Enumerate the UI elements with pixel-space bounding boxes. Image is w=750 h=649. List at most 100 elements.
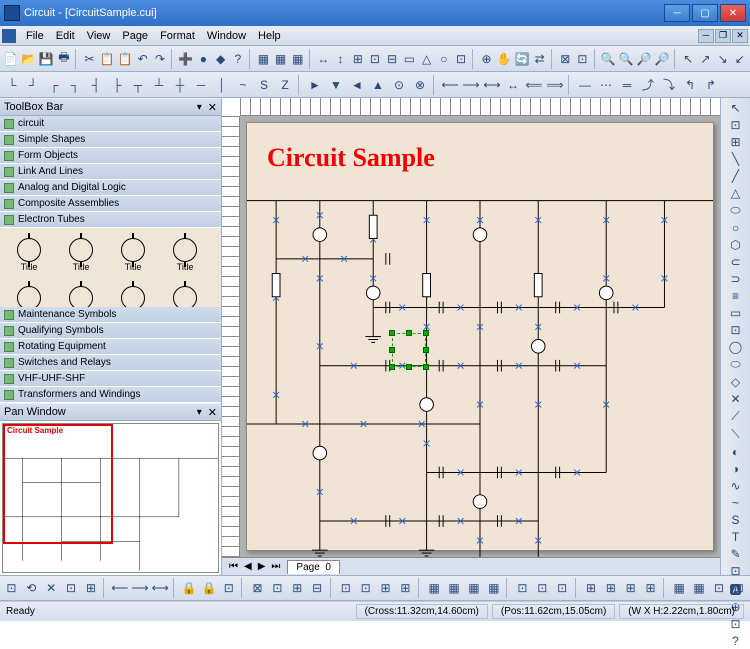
category-item[interactable]: Link And Lines: [0, 164, 221, 180]
toolbar-button[interactable]: ∿: [725, 478, 747, 494]
toolbar-button[interactable]: ▭: [401, 49, 417, 69]
palette-symbol[interactable]: Title: [56, 232, 106, 278]
menu-window[interactable]: Window: [201, 28, 252, 44]
toolbar-button[interactable]: ✎: [725, 546, 747, 562]
toolbar-button[interactable]: ┐: [65, 75, 85, 95]
toolbar-button[interactable]: ▦: [290, 49, 306, 69]
toolbar-button[interactable]: ●: [195, 49, 211, 69]
toolbar-button[interactable]: ↖: [680, 49, 696, 69]
toolbar-button[interactable]: ⊟: [384, 49, 400, 69]
toolbar-button[interactable]: ⟹: [545, 75, 565, 95]
toolbar-button[interactable]: 💾: [38, 49, 55, 69]
toolbar-button[interactable]: ⊙: [389, 75, 409, 95]
menu-view[interactable]: View: [81, 28, 117, 44]
toolbar-button[interactable]: ↔: [503, 75, 523, 95]
toolbar-button[interactable]: ⟶: [130, 578, 149, 598]
toolbar-button[interactable]: ⊡: [356, 578, 375, 598]
toolbar-button[interactable]: ⊡: [709, 578, 728, 598]
toolbar-button[interactable]: ┬: [128, 75, 148, 95]
toolbar-button[interactable]: 🔒: [180, 578, 199, 598]
toolbar-button[interactable]: 🔎: [636, 49, 653, 69]
palette-symbol[interactable]: Title: [4, 232, 54, 278]
toolbar-button[interactable]: 📂: [20, 49, 37, 69]
toolbar-button[interactable]: ⬭: [725, 202, 747, 219]
toolbar-button[interactable]: ▦: [445, 578, 464, 598]
toolbar-button[interactable]: ◯: [725, 339, 747, 355]
toolbar-button[interactable]: ⊡: [2, 578, 21, 598]
toolbar-button[interactable]: 📄: [2, 49, 19, 69]
toolbar-button[interactable]: ▦: [690, 578, 709, 598]
toolbar-button[interactable]: ⊕: [478, 49, 494, 69]
toolbar-button[interactable]: ┴: [149, 75, 169, 95]
toolbar-button[interactable]: ➕: [177, 49, 194, 69]
toolbar-button[interactable]: T: [725, 529, 747, 545]
palette-symbol[interactable]: Title: [4, 280, 54, 307]
toolbar-button[interactable]: ⊞: [350, 49, 366, 69]
toolbar-button[interactable]: ═: [617, 75, 637, 95]
toolbar-button[interactable]: └: [2, 75, 22, 95]
minimize-button[interactable]: ─: [664, 4, 690, 22]
toolbar-button[interactable]: ⊠: [557, 49, 573, 69]
toolbar-button[interactable]: ⊞: [621, 578, 640, 598]
page-last[interactable]: ⏭: [268, 561, 283, 572]
toolbar-button[interactable]: ⟵: [110, 578, 129, 598]
toolbar-button[interactable]: ◑: [725, 461, 747, 477]
toolbar-button[interactable]: ✕: [42, 578, 61, 598]
toolbar-button[interactable]: ⬡: [725, 237, 747, 253]
category-item[interactable]: Maintenance Symbols: [0, 307, 221, 323]
canvas[interactable]: Circuit Sample: [240, 116, 720, 557]
palette-symbol[interactable]: Title: [108, 232, 158, 278]
toolbar-button[interactable]: 🔍: [600, 49, 617, 69]
menu-file[interactable]: File: [20, 28, 50, 44]
panel-close-icon[interactable]: ✕: [208, 406, 217, 419]
category-item[interactable]: Analog and Digital Logic: [0, 180, 221, 196]
toolbar-button[interactable]: ⊞: [641, 578, 660, 598]
menu-edit[interactable]: Edit: [50, 28, 81, 44]
toolbar-button[interactable]: ⊞: [288, 578, 307, 598]
toolbar-button[interactable]: ⊡: [219, 578, 238, 598]
toolbar-button[interactable]: ⊞: [376, 578, 395, 598]
mdi-close[interactable]: ✕: [732, 29, 748, 43]
toolbar-button[interactable]: ⟸: [524, 75, 544, 95]
toolbar-button[interactable]: ⊗: [410, 75, 430, 95]
toolbar-button[interactable]: ⬭: [725, 356, 747, 373]
palette-symbol[interactable]: Title: [56, 280, 106, 307]
toolbar-button[interactable]: ▦: [484, 578, 503, 598]
toolbar-button[interactable]: ~: [725, 495, 747, 511]
toolbar-button[interactable]: ⊡: [336, 578, 355, 598]
category-item[interactable]: Electron Tubes: [0, 212, 221, 228]
toolbar-button[interactable]: ✕: [725, 391, 747, 407]
toolbar-button[interactable]: ○: [436, 49, 452, 69]
category-item[interactable]: Transformers and Windings: [0, 387, 221, 403]
toolbar-button[interactable]: ⊠: [248, 578, 267, 598]
selection-box[interactable]: [392, 333, 426, 367]
toolbar-button[interactable]: ~: [233, 75, 253, 95]
toolbar-button[interactable]: ⊃: [725, 271, 747, 287]
toolbar-button[interactable]: ⊞: [82, 578, 101, 598]
maximize-button[interactable]: ▢: [692, 4, 718, 22]
toolbar-button[interactable]: ⊂: [725, 254, 747, 270]
menu-help[interactable]: Help: [252, 28, 287, 44]
toolbar-button[interactable]: ▦: [272, 49, 288, 69]
toolbar-button[interactable]: ⇄: [532, 49, 548, 69]
toolbar-button[interactable]: ⊞: [581, 578, 600, 598]
toolbar-button[interactable]: ⊡: [453, 49, 469, 69]
page-next[interactable]: ▶: [255, 561, 269, 572]
toolbar-button[interactable]: ◆: [212, 49, 228, 69]
toolbar-button[interactable]: ⊡: [367, 49, 383, 69]
pin-icon[interactable]: ▾: [197, 407, 202, 418]
toolbar-button[interactable]: 🖶: [56, 49, 72, 69]
toolbar-button[interactable]: ↕: [332, 49, 348, 69]
toolbar-button[interactable]: △: [418, 49, 434, 69]
toolbar-button[interactable]: ⟷: [151, 578, 170, 598]
toolbar-button[interactable]: ⟲: [22, 578, 41, 598]
toolbar-button[interactable]: ⊡: [725, 117, 747, 133]
toolbar-button[interactable]: ⊞: [725, 134, 747, 150]
toolbar-button[interactable]: ⊡: [513, 578, 532, 598]
toolbar-button[interactable]: △: [725, 185, 747, 201]
menu-page[interactable]: Page: [116, 28, 154, 44]
toolbar-button[interactable]: ▦: [670, 578, 689, 598]
mdi-min[interactable]: ─: [698, 29, 714, 43]
toolbar-button[interactable]: │: [212, 75, 232, 95]
page-tab[interactable]: Page 0: [287, 560, 339, 574]
